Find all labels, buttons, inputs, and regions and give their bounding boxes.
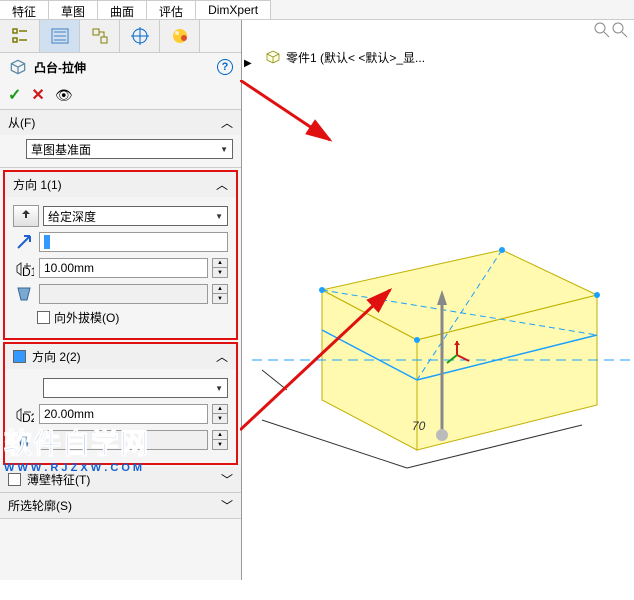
ball-icon	[170, 26, 190, 46]
contours-label: 所选轮廓(S)	[8, 497, 72, 514]
draft-outward-label: 向外拔模(O)	[54, 309, 119, 326]
tab-features[interactable]: 特征	[0, 0, 49, 19]
direction1-label: 方向 1(1)	[13, 176, 62, 193]
direction2-label: 方向 2(2)	[32, 348, 81, 365]
depth-input-d2[interactable]: 20.00mm	[39, 404, 208, 424]
contours-section: 所选轮廓(S) ﹀	[0, 493, 241, 519]
crosshair-icon	[130, 26, 150, 46]
viewport-controls	[594, 22, 628, 38]
selection-cursor	[44, 235, 50, 249]
tab-surface[interactable]: 曲面	[98, 0, 147, 19]
direction-arrow-icon	[13, 231, 35, 253]
part-breadcrumb[interactable]: 零件1 (默认< <默认>_显...	[264, 48, 425, 66]
zoom-icon-2[interactable]	[612, 22, 628, 38]
expand-icon[interactable]: ﹀	[221, 497, 233, 514]
config-icon	[90, 26, 110, 46]
ok-button[interactable]: ✓	[8, 85, 21, 105]
draft-spinner[interactable]: ▲▼	[212, 284, 228, 304]
graphics-viewport[interactable]: ▶ 零件1 (默认< <默认>_显...	[242, 20, 634, 580]
extrude-icon	[8, 57, 28, 77]
annotation-arrow-1	[240, 80, 340, 150]
draft-angle-input[interactable]	[39, 284, 208, 304]
cancel-button[interactable]: ✕	[31, 85, 44, 105]
reverse-direction-button[interactable]	[13, 205, 39, 227]
tab-dim-manager[interactable]	[120, 20, 160, 52]
depth-icon: D1	[13, 257, 35, 279]
svg-text:70: 70	[412, 419, 426, 433]
tree-icon	[10, 26, 30, 46]
preview-button[interactable]: 👁	[55, 87, 73, 104]
depth-spinner-d1[interactable]: ▲▼	[212, 258, 228, 278]
panel-icon-tabs	[0, 20, 241, 53]
collapse-icon[interactable]: ︿	[216, 348, 228, 365]
from-dropdown[interactable]: 草图基准面	[26, 139, 233, 159]
expand-icon[interactable]: ﹀	[221, 471, 233, 488]
from-section: 从(F) ︿ 草图基准面	[0, 110, 241, 168]
depth-input-d1[interactable]: 10.00mm	[39, 258, 208, 278]
help-icon[interactable]: ?	[217, 59, 233, 75]
from-label: 从(F)	[8, 114, 35, 131]
pm-header: 凸台-拉伸 ?	[0, 53, 241, 81]
contours-header: 所选轮廓(S) ﹀	[0, 493, 241, 518]
tab-appearance[interactable]	[160, 20, 200, 52]
direction1-highlight: 方向 1(1) ︿ 给定深度	[3, 170, 238, 340]
svg-text:D1: D1	[22, 265, 34, 278]
flyout-arrow[interactable]: ▶	[244, 58, 252, 69]
action-row: ✓ ✕ 👁	[0, 81, 241, 110]
direction1-section: 方向 1(1) ︿ 给定深度	[5, 172, 236, 338]
reverse-icon	[18, 208, 34, 224]
direction-vector-input[interactable]	[39, 232, 228, 252]
tab-property-manager[interactable]	[40, 20, 80, 52]
command-tabs: 特征 草图 曲面 评估 DimXpert	[0, 0, 634, 20]
draft-icon	[13, 283, 35, 305]
zoom-icon[interactable]	[594, 22, 610, 38]
draft-outward-row: 向外拔模(O)	[37, 309, 228, 326]
from-header: 从(F) ︿	[0, 110, 241, 135]
tab-config-manager[interactable]	[80, 20, 120, 52]
list-icon	[50, 26, 70, 46]
collapse-icon[interactable]: ︿	[216, 176, 228, 193]
watermark: 软件自学网 W W W . R J Z X W . C O M	[4, 422, 149, 474]
tab-dimxpert[interactable]: DimXpert	[196, 0, 271, 19]
pm-title: 凸台-拉伸	[34, 59, 86, 76]
draft-outward-checkbox[interactable]	[37, 311, 50, 324]
direction1-header: 方向 1(1) ︿	[5, 172, 236, 197]
end-condition2-dropdown[interactable]	[43, 378, 228, 398]
part-icon	[264, 48, 282, 66]
tab-evaluate[interactable]: 评估	[147, 0, 196, 19]
end-condition-dropdown[interactable]: 给定深度	[43, 206, 228, 226]
depth-spinner-d2[interactable]: ▲▼	[212, 404, 228, 424]
direction2-enable-checkbox[interactable]	[13, 350, 26, 363]
tab-sketch[interactable]: 草图	[49, 0, 98, 19]
tab-feature-manager[interactable]	[0, 20, 40, 52]
draft2-spinner[interactable]: ▲▼	[212, 430, 228, 450]
collapse-icon[interactable]: ︿	[221, 114, 233, 131]
thinwall-checkbox[interactable]	[8, 473, 21, 486]
preview-3d-box: 70	[242, 220, 634, 490]
direction2-header: 方向 2(2) ︿	[5, 344, 236, 369]
